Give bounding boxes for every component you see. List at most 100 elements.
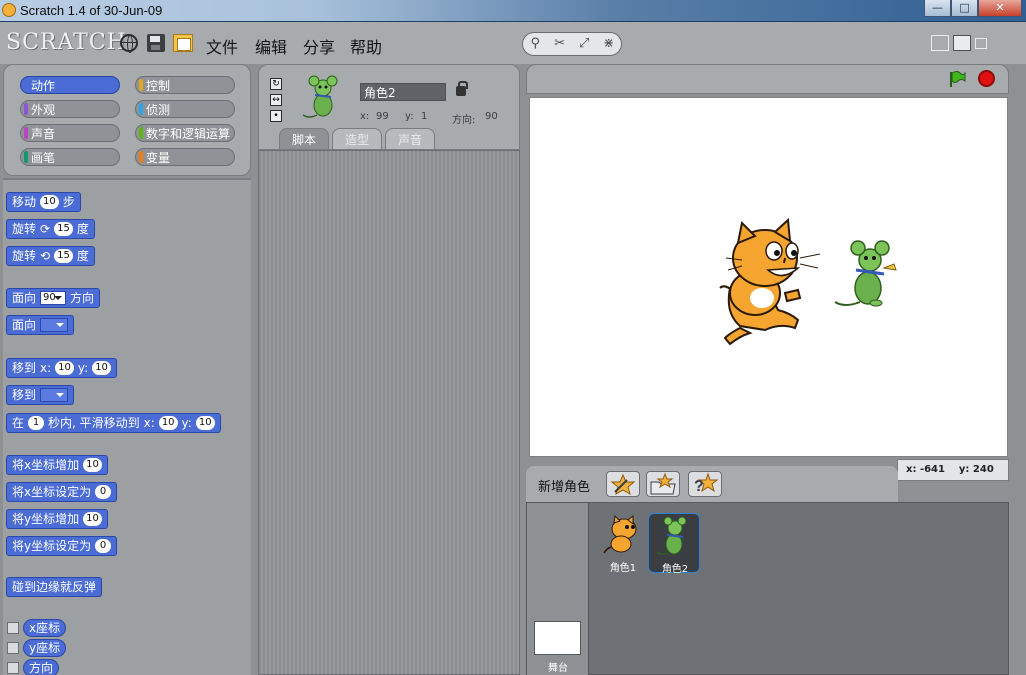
share-icon[interactable] (173, 34, 193, 52)
block-label: 度 (76, 249, 89, 263)
delete-tool-icon[interactable]: ✂ (552, 36, 568, 52)
mouse-sprite[interactable] (834, 240, 897, 307)
block-label: 将x坐标增加 (12, 458, 80, 472)
y-label: y: (181, 416, 192, 430)
x-input[interactable]: 10 (158, 416, 178, 430)
small-stage-icon[interactable] (931, 35, 949, 51)
y-position-checkbox[interactable] (7, 642, 19, 654)
block-label: 旋转 (12, 249, 37, 263)
block-label: 面向 (12, 318, 37, 332)
category-motion[interactable]: 动作 (20, 76, 120, 94)
target-dropdown[interactable] (40, 318, 69, 332)
close-button[interactable]: ✕ (978, 0, 1022, 17)
category-variables[interactable]: 变量 (135, 148, 235, 166)
block-label: 度 (76, 222, 89, 236)
seconds-input[interactable]: 1 (28, 416, 45, 430)
category-looks[interactable]: 外观 (20, 100, 120, 118)
bounce-block[interactable]: 碰到边缘就反弹 (6, 577, 103, 597)
set-y-block[interactable]: 将y坐标设定为 0 (6, 536, 118, 556)
minimize-button[interactable]: — (924, 0, 951, 17)
sprite-tile-1[interactable]: 角色1 (597, 513, 649, 574)
menu-help[interactable]: 帮助 (350, 34, 382, 58)
x-position-checkbox[interactable] (7, 622, 19, 634)
save-icon[interactable] (147, 34, 165, 52)
presentation-mode-icon[interactable] (975, 38, 987, 49)
target-dropdown[interactable] (40, 388, 69, 402)
stage[interactable] (529, 97, 1008, 457)
cat-sprite[interactable] (719, 217, 821, 346)
normal-stage-icon[interactable] (953, 35, 971, 51)
degrees-input[interactable]: 15 (54, 222, 73, 236)
menu-share[interactable]: 分享 (303, 34, 335, 58)
choose-sprite-file-button[interactable] (646, 471, 680, 497)
globe-icon[interactable] (120, 34, 138, 53)
goto-block[interactable]: 移到 (6, 385, 75, 405)
point-towards-block[interactable]: 面向 (6, 315, 75, 335)
y-position-reporter[interactable]: y座标 (23, 639, 67, 657)
stage-selector[interactable]: 舞台 (527, 503, 589, 675)
block-palette: 移动 10 步 旋转 ⟳ 15 度 旋转 ⟲ 15 度 面向 90 方向 面向 … (3, 178, 251, 675)
lock-icon[interactable] (456, 81, 468, 96)
turn-left-block[interactable]: 旋转 ⟲ 15 度 (6, 246, 95, 266)
steps-input[interactable]: 10 (40, 195, 59, 209)
y-input[interactable]: 10 (92, 361, 111, 375)
block-label: 将y坐标增加 (12, 512, 80, 526)
turn-right-block[interactable]: 旋转 ⟳ 15 度 (6, 219, 95, 239)
direction-checkbox[interactable] (7, 662, 19, 674)
no-rotate-style-icon[interactable]: • (270, 110, 282, 122)
tab-sounds[interactable]: 声音 (385, 128, 435, 150)
goto-xy-block[interactable]: 移到 x: 10 y: 10 (6, 358, 117, 378)
stage-header-bar (526, 64, 1009, 94)
block-label: 面向 (12, 291, 37, 305)
x-position-reporter[interactable]: x座标 (23, 619, 67, 637)
direction-reporter[interactable]: 方向 (23, 659, 60, 675)
block-label: 秒内, 平滑移动到 (48, 416, 140, 430)
tab-costumes[interactable]: 造型 (332, 128, 382, 150)
change-x-block[interactable]: 将x坐标增加 10 (6, 455, 108, 475)
sprite-y-value: 1 (421, 111, 428, 122)
menu-file[interactable]: 文件 (206, 34, 238, 58)
y-input[interactable]: 10 (195, 416, 215, 430)
degrees-input[interactable]: 15 (54, 249, 73, 263)
category-control[interactable]: 控制 (135, 76, 235, 94)
x-value-input[interactable]: 0 (95, 485, 112, 499)
mouse-y-label: y: (958, 464, 970, 475)
script-area[interactable] (258, 150, 520, 675)
maximize-button[interactable]: □ (951, 0, 978, 17)
change-y-block[interactable]: 将y坐标增加 10 (6, 509, 108, 529)
category-operators[interactable]: 数字和逻辑运算 (135, 124, 235, 142)
sprite-name-field[interactable]: 角色2 (360, 83, 446, 101)
stage-thumbnail[interactable] (534, 621, 581, 655)
mouse-x-value: -641 (919, 464, 945, 475)
duplicate-tool-icon[interactable]: ⚲ (527, 36, 543, 52)
sprite-tile-2[interactable]: 角色2 (648, 513, 700, 575)
green-flag-icon[interactable] (948, 70, 966, 88)
flip-style-icon[interactable]: ↔ (270, 94, 282, 106)
y-value-input[interactable]: 0 (95, 539, 112, 553)
mouse-x-label: x: (906, 464, 917, 475)
set-x-block[interactable]: 将x坐标设定为 0 (6, 482, 118, 502)
category-sensing[interactable]: 侦测 (135, 100, 235, 118)
scratch-logo: SCRATCH (6, 30, 127, 55)
menu-edit[interactable]: 编辑 (255, 34, 287, 58)
grow-tool-icon[interactable]: ⤢ (576, 36, 592, 52)
y-change-input[interactable]: 10 (83, 512, 102, 526)
mouse-y-value: 240 (972, 464, 994, 475)
glide-block[interactable]: 在 1 秒内, 平滑移动到 x: 10 y: 10 (6, 413, 221, 433)
tab-scripts[interactable]: 脚本 (279, 128, 329, 150)
x-change-input[interactable]: 10 (83, 458, 102, 472)
shrink-tool-icon[interactable]: ⋇ (601, 36, 617, 52)
rotate-style-icon[interactable]: ↻ (270, 78, 282, 90)
category-pen[interactable]: 画笔 (20, 148, 120, 166)
paint-new-sprite-button[interactable] (606, 471, 640, 497)
direction-dropdown[interactable]: 90 (40, 291, 67, 305)
x-input[interactable]: 10 (55, 361, 74, 375)
random-sprite-button[interactable]: ? (688, 471, 722, 497)
move-steps-block[interactable]: 移动 10 步 (6, 192, 81, 212)
cursor-tool-group: ⚲ ✂ ⤢ ⋇ (522, 32, 622, 56)
category-sound[interactable]: 声音 (20, 124, 120, 142)
point-in-direction-block[interactable]: 面向 90 方向 (6, 288, 101, 308)
new-sprite-bar: 新增角色 ? (526, 466, 898, 502)
question-star-icon: ? (694, 472, 719, 495)
stop-sign-icon[interactable] (978, 70, 995, 87)
